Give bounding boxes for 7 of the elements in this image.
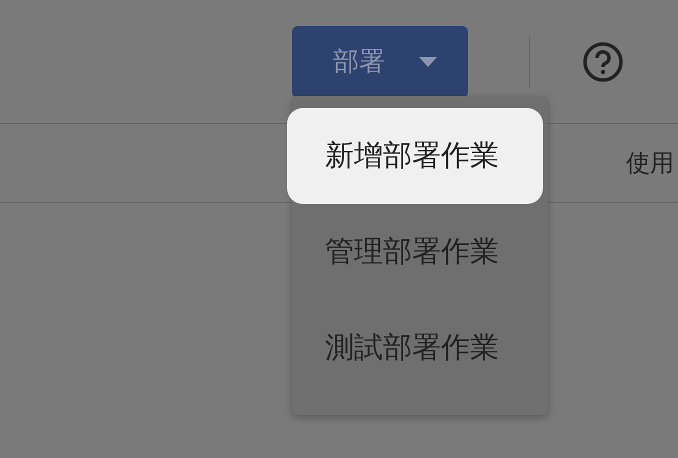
menu-item[interactable]: 管理部署作業: [287, 204, 543, 300]
help-button[interactable]: [582, 40, 624, 82]
caret-icon: [419, 56, 437, 66]
menu-item[interactable]: 測試部署作業: [287, 300, 543, 396]
deploy-button[interactable]: 部署: [292, 26, 468, 98]
menu-item[interactable]: 新增部署作業: [287, 108, 543, 204]
column-header: 使用: [626, 148, 674, 179]
